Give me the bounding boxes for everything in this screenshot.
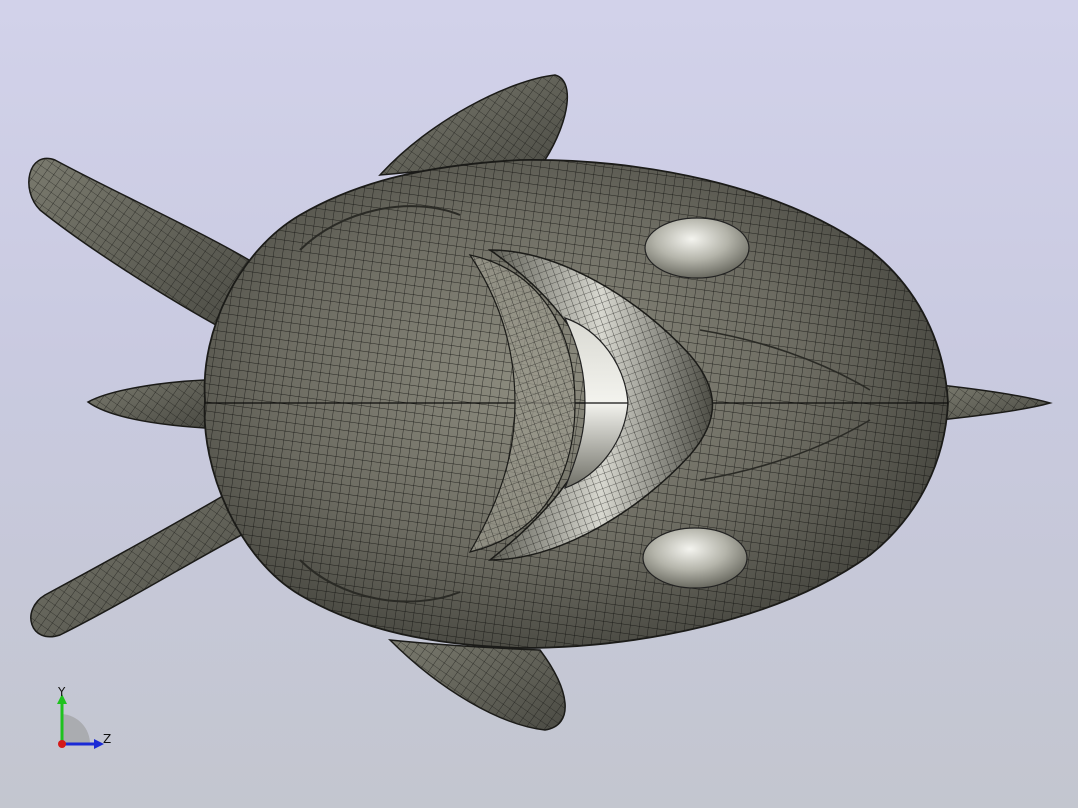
- tail-fin: [86, 379, 206, 429]
- graphics-viewport[interactable]: Y Z: [0, 0, 1078, 808]
- triad-axes-icon: [57, 694, 104, 749]
- triad-z-label: Z: [103, 732, 112, 746]
- coordinate-triad: Y Z: [40, 682, 130, 752]
- ventral-fin-bottom: [387, 639, 566, 731]
- x-axis-dot: [58, 740, 66, 748]
- fish-body: [203, 159, 949, 649]
- eye-upper: [644, 217, 750, 279]
- triad-y-label: Y: [58, 685, 66, 699]
- eye-lower: [642, 527, 748, 589]
- fish-mesh-model[interactable]: [0, 0, 1078, 808]
- nose-spike: [939, 384, 1053, 421]
